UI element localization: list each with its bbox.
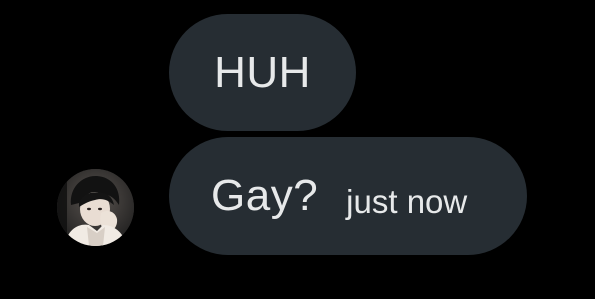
message-timestamp: just now [346,183,468,220]
user-avatar-photo-icon [57,169,134,246]
message-bubble[interactable]: HUH [169,14,356,131]
message-text: Gay? [211,171,319,220]
message-bubble[interactable]: Gay? just now [169,137,527,255]
message-text: HUH [214,47,311,97]
avatar[interactable] [57,169,134,246]
